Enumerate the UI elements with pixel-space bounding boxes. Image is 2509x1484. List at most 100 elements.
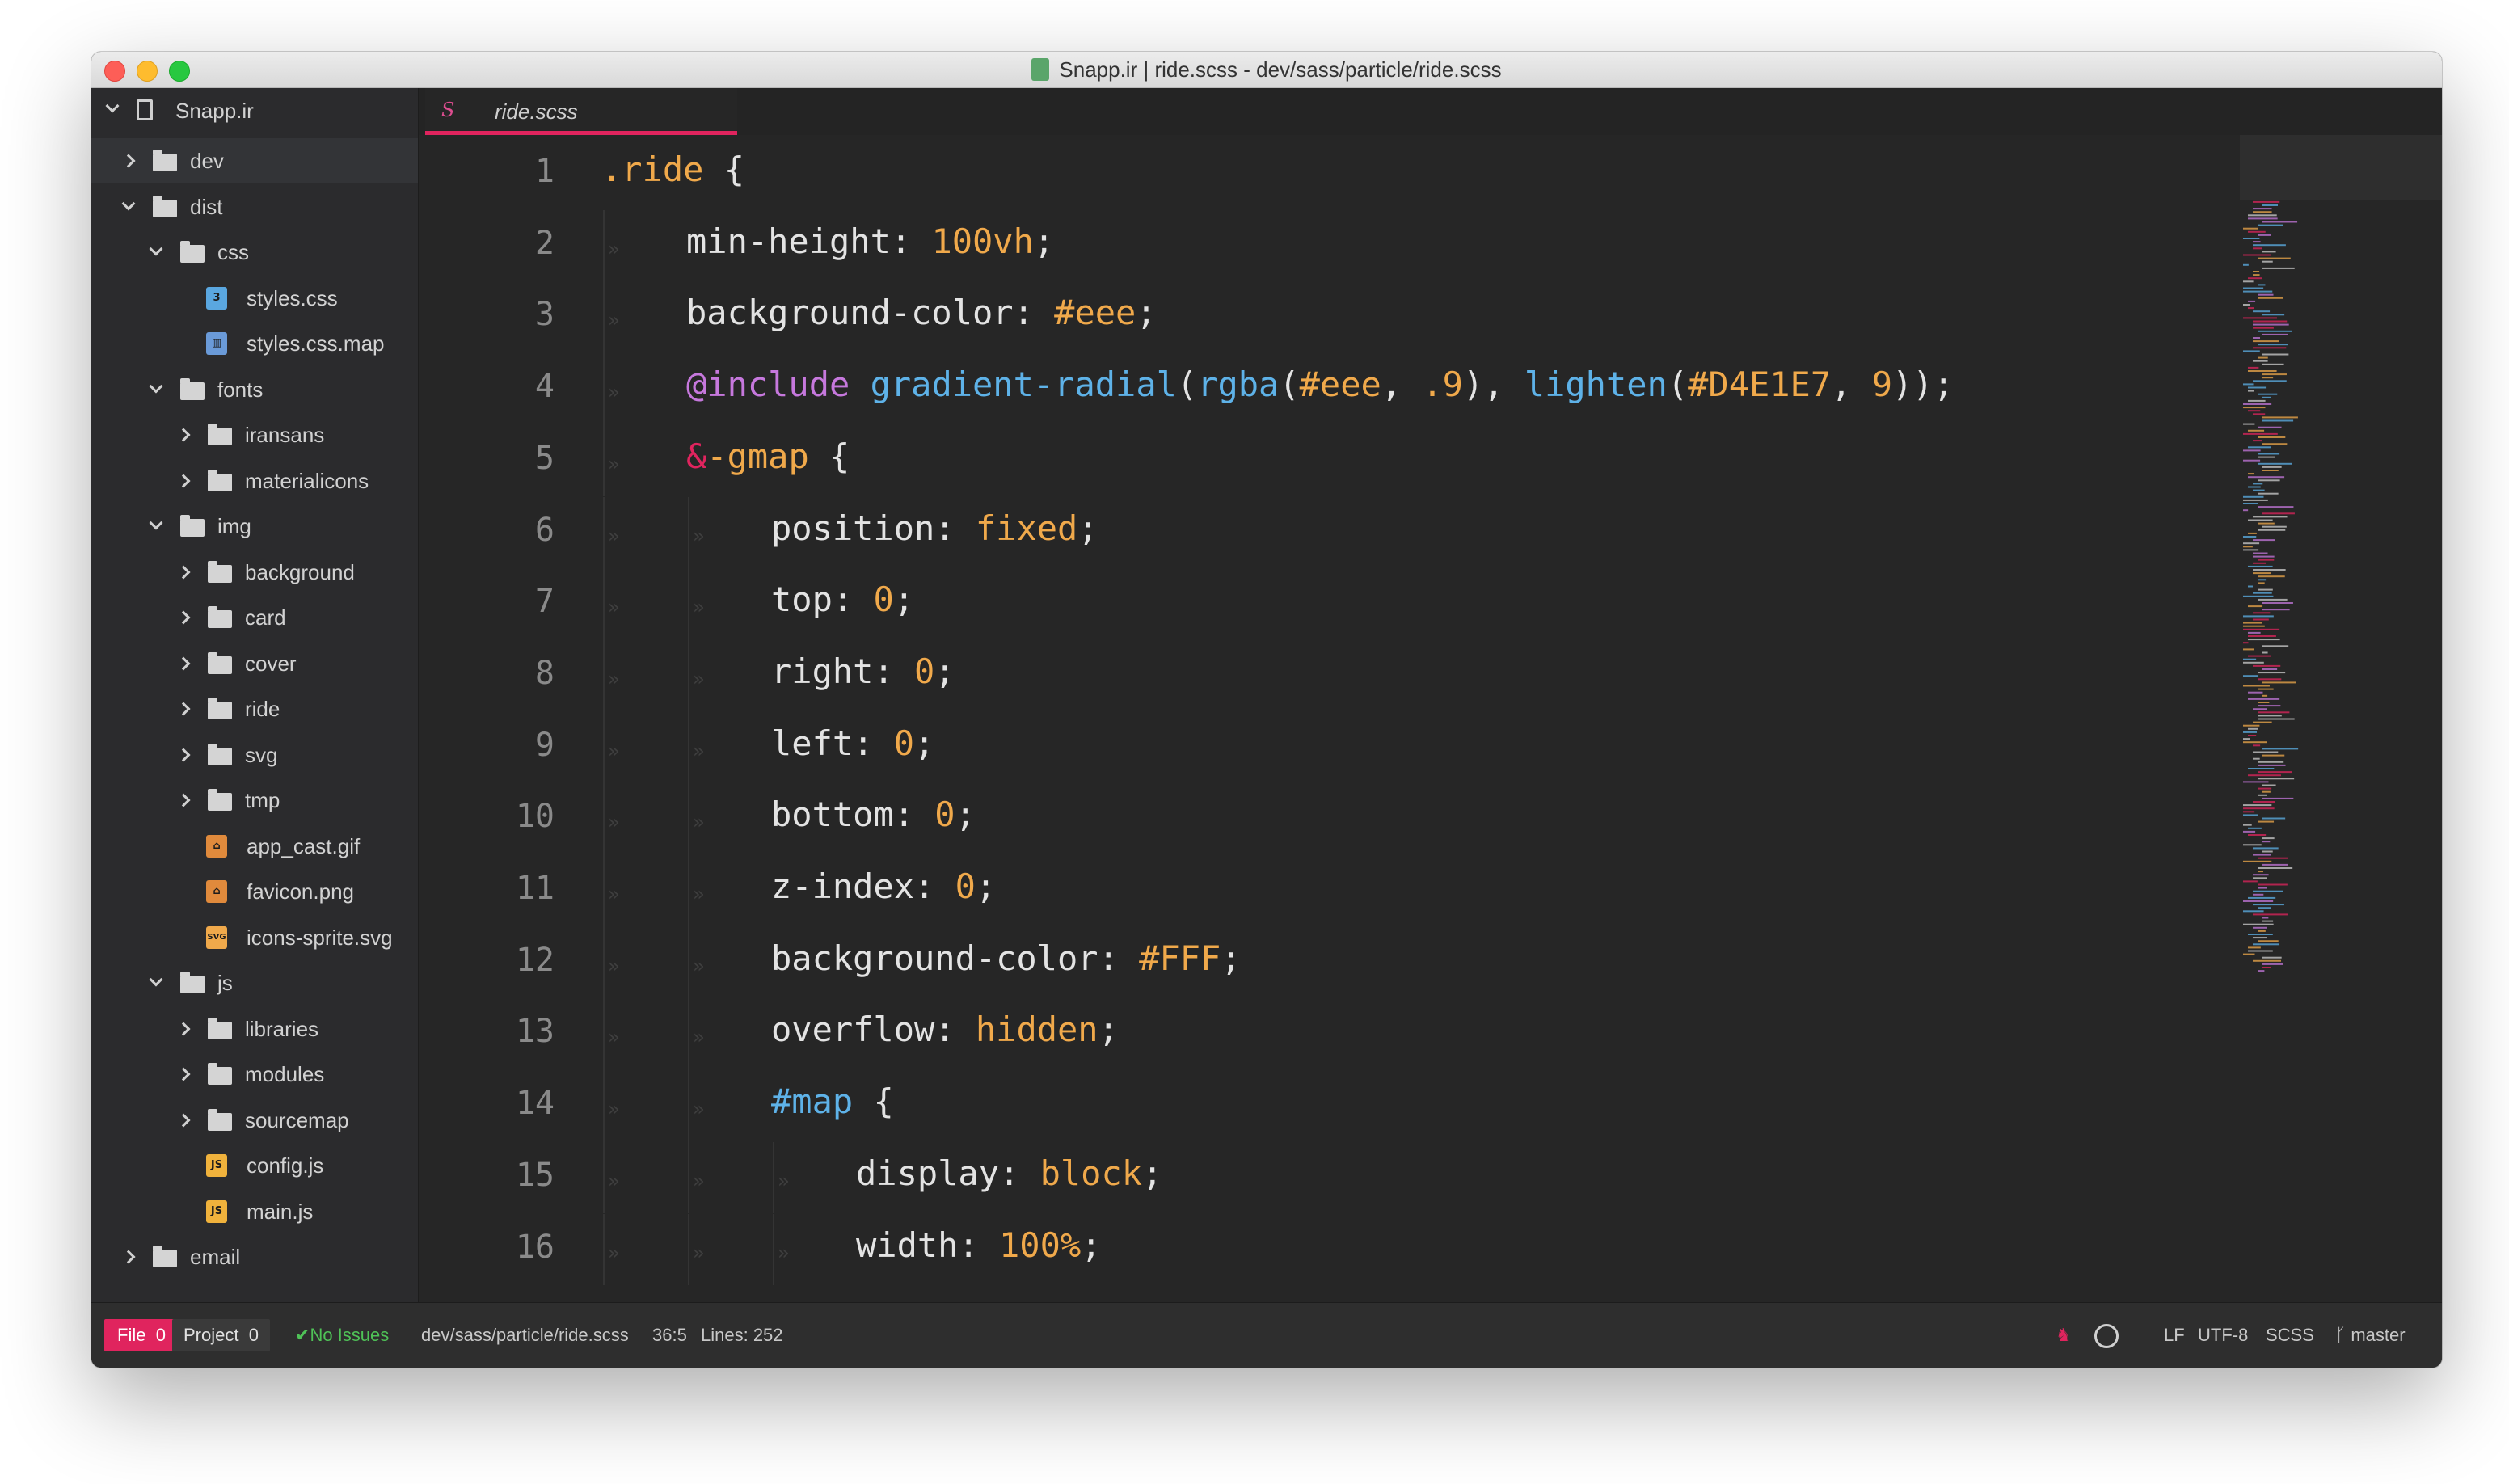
folder-icon — [208, 698, 232, 719]
chevron-right-icon[interactable] — [176, 1022, 191, 1035]
line-number[interactable]: 15 — [419, 1157, 555, 1194]
code-line[interactable]: display: block; — [856, 1153, 1162, 1193]
line-ending[interactable]: LF — [2164, 1303, 2185, 1368]
minimap-viewport[interactable] — [2240, 135, 2442, 200]
tree-folder-iransans[interactable]: iransans — [91, 412, 418, 457]
minimap-line — [2243, 625, 2265, 627]
chevron-right-icon[interactable] — [176, 793, 191, 807]
chevron-right-icon[interactable] — [176, 428, 191, 442]
chevron-right-icon[interactable] — [176, 702, 191, 716]
line-number[interactable]: 9 — [419, 727, 555, 764]
code-line[interactable]: &-gmap { — [686, 436, 850, 476]
chevron-right-icon[interactable] — [176, 1113, 191, 1127]
tree-folder-css[interactable]: css — [91, 230, 418, 275]
tree-folder-tmp[interactable]: tmp — [91, 778, 418, 823]
code-line[interactable]: left: 0; — [771, 723, 934, 763]
project-root[interactable]: Snapp.ir — [91, 88, 418, 130]
code-line[interactable]: position: fixed; — [771, 508, 1098, 548]
line-number[interactable]: 13 — [419, 1013, 555, 1050]
tree-folder-dist[interactable]: dist — [91, 184, 418, 230]
chevron-down-icon[interactable] — [105, 99, 120, 113]
file-path[interactable]: dev/sass/particle/ride.scss — [421, 1303, 629, 1368]
tree-file-main-js[interactable]: JS main.js — [91, 1189, 418, 1234]
tree-file-styles-css-map[interactable]: ▥ styles.css.map — [91, 321, 418, 366]
chevron-right-icon[interactable] — [176, 1067, 191, 1081]
tab-ride-scss[interactable]: S ride.scss — [425, 88, 737, 135]
line-number[interactable]: 14 — [419, 1085, 555, 1122]
chevron-down-icon[interactable] — [149, 379, 163, 393]
chevron-right-icon[interactable] — [176, 610, 191, 625]
minimap-line — [2258, 887, 2267, 889]
chevron-right-icon[interactable] — [121, 154, 136, 168]
line-number[interactable]: 3 — [419, 296, 555, 333]
tree-folder-modules[interactable]: modules — [91, 1052, 418, 1097]
tree-folder-fonts[interactable]: fonts — [91, 367, 418, 412]
tree-folder-img[interactable]: img — [91, 504, 418, 549]
linter-status[interactable]: ✔No Issues — [295, 1303, 389, 1368]
code-line[interactable]: .ride { — [601, 150, 744, 189]
code-line[interactable]: bottom: 0; — [771, 795, 976, 834]
tree-folder-libraries[interactable]: libraries — [91, 1006, 418, 1052]
tree-folder-svg[interactable]: svg — [91, 732, 418, 778]
line-number[interactable]: 11 — [419, 870, 555, 907]
tree-folder-cover[interactable]: cover — [91, 641, 418, 686]
line-number[interactable]: 5 — [419, 440, 555, 477]
line-number[interactable]: 6 — [419, 512, 555, 549]
tree-folder-dev[interactable]: dev — [91, 138, 418, 183]
code-line[interactable]: overflow: hidden; — [771, 1010, 1119, 1049]
tree-file-app-cast-gif[interactable]: ⌂ app_cast.gif — [91, 824, 418, 869]
tree-folder-email[interactable]: email — [91, 1234, 418, 1280]
line-number[interactable]: 4 — [419, 368, 555, 405]
code-line[interactable]: @include gradient-radial(rgba(#eee, .9),… — [686, 365, 1954, 404]
git-branch[interactable]: ᚴ master — [2335, 1303, 2406, 1368]
line-number[interactable]: 12 — [419, 942, 555, 979]
tree-file-icons-sprite-svg[interactable]: SVG icons-sprite.svg — [91, 915, 418, 960]
cursor-position[interactable]: 36:5 — [652, 1303, 687, 1368]
code-editor[interactable]: 1 .ride {2» min-height: 100vh; 3» background… — [419, 135, 2442, 1303]
tree-folder-sourcemap[interactable]: sourcemap — [91, 1098, 418, 1143]
line-number[interactable]: 7 — [419, 583, 555, 620]
file-issues-badge[interactable]: File 0 — [104, 1319, 179, 1351]
line-number[interactable]: 16 — [419, 1229, 555, 1266]
chevron-right-icon[interactable] — [176, 656, 191, 670]
tree-item-label: cover — [245, 651, 297, 676]
tree-folder-js[interactable]: js — [91, 960, 418, 1005]
tree-item-label: iransans — [245, 423, 325, 447]
chevron-down-icon[interactable] — [121, 196, 136, 210]
line-number[interactable]: 10 — [419, 798, 555, 835]
tree-file-styles-css[interactable]: 3 styles.css — [91, 276, 418, 321]
code-line[interactable]: min-height: 100vh; — [686, 221, 1054, 261]
tree-file-favicon-png[interactable]: ⌂ favicon.png — [91, 869, 418, 914]
chevron-right-icon[interactable] — [176, 565, 191, 579]
minimap-line — [2262, 917, 2269, 919]
tree-file-config-js[interactable]: JS config.js — [91, 1143, 418, 1188]
project-issues-badge[interactable]: Project 0 — [172, 1319, 270, 1351]
minimap-line — [2243, 910, 2264, 913]
line-number[interactable]: 1 — [419, 153, 555, 190]
chevron-right-icon[interactable] — [121, 1250, 136, 1264]
encoding[interactable]: UTF-8 — [2198, 1303, 2248, 1368]
minimap[interactable] — [2240, 135, 2442, 1303]
timer-icon[interactable] — [2094, 1303, 2119, 1368]
tree-folder-background[interactable]: background — [91, 550, 418, 595]
tree-folder-materialicons[interactable]: materialicons — [91, 458, 418, 504]
chevron-down-icon[interactable] — [149, 972, 163, 987]
tree-folder-ride[interactable]: ride — [91, 686, 418, 731]
code-line[interactable]: #map { — [771, 1081, 894, 1121]
chevron-right-icon[interactable] — [176, 474, 191, 487]
chevron-right-icon[interactable] — [176, 748, 191, 761]
code-line[interactable]: width: 100%; — [856, 1225, 1101, 1265]
code-line[interactable]: background-color: #eee; — [686, 293, 1157, 332]
grammar[interactable]: SCSS — [2266, 1303, 2314, 1368]
code-line[interactable]: right: 0; — [771, 651, 955, 691]
notification-icon[interactable]: ♞ — [2056, 1303, 2072, 1368]
chevron-down-icon[interactable] — [149, 242, 163, 256]
tree-folder-card[interactable]: card — [91, 595, 418, 640]
line-number[interactable]: 2 — [419, 225, 555, 262]
minimap-line — [2243, 280, 2254, 283]
code-line[interactable]: top: 0; — [771, 580, 914, 619]
line-number[interactable]: 8 — [419, 655, 555, 692]
code-line[interactable]: z-index: 0; — [771, 866, 996, 906]
chevron-down-icon[interactable] — [149, 516, 163, 530]
code-line[interactable]: background-color: #FFF; — [771, 938, 1242, 978]
